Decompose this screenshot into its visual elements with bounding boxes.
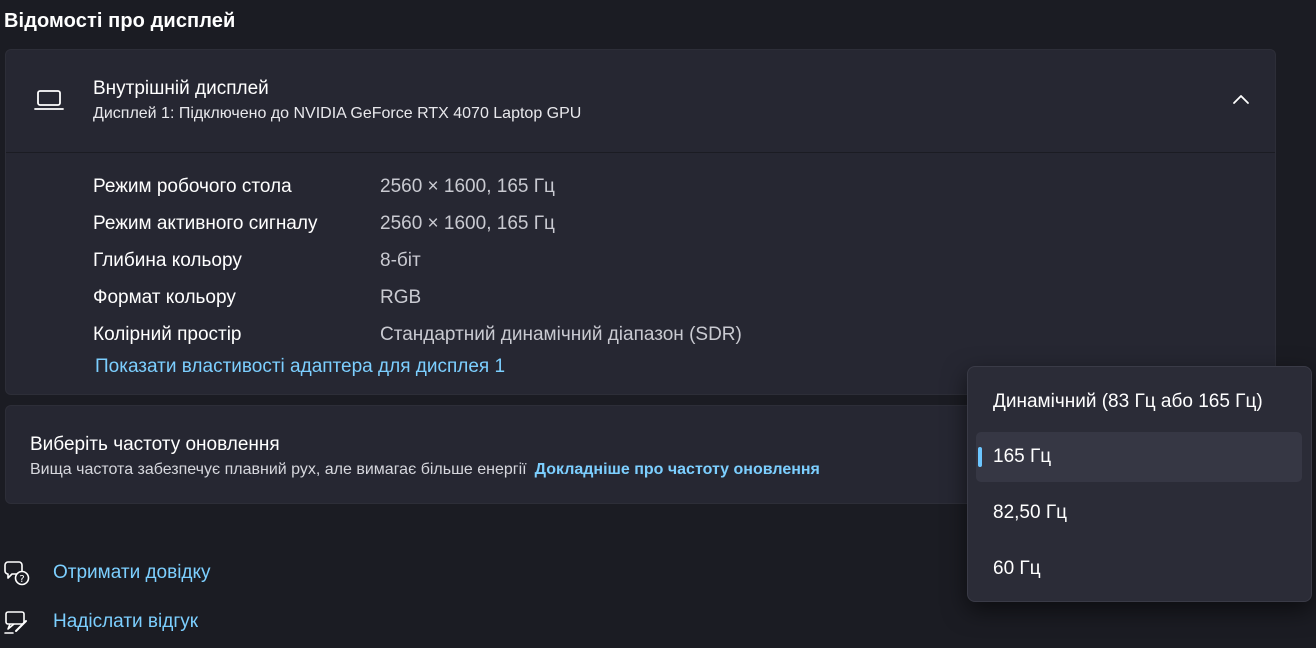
info-value: Стандартний динамічний діапазон (SDR) [380,323,742,345]
display-info-list: Режим робочого стола 2560 × 1600, 165 Гц… [93,168,742,353]
refresh-option-82-50[interactable]: 82,50 Гц [976,488,1302,538]
feedback-icon [4,611,27,634]
refresh-rate-description: Вища частота забезпечує плавний рух, але… [30,461,527,478]
info-row-desktop-mode: Режим робочого стола 2560 × 1600, 165 Гц [93,168,742,205]
info-label: Глибина кольору [93,249,242,271]
info-row-color-space: Колірний простір Стандартний динамічний … [93,316,742,353]
chevron-up-icon[interactable] [1230,90,1252,110]
display-settings-page: Відомості про дисплей Внутрішній дисплей… [0,0,1316,648]
display-title: Внутрішній дисплей [93,78,269,99]
info-label: Режим активного сигналу [93,212,318,234]
info-label: Режим робочого стола [93,175,292,197]
refresh-option-label: Динамічний (83 Гц або 165 Гц) [993,391,1263,412]
help-chat-icon: ? [4,561,30,586]
refresh-rate-learn-more-link[interactable]: Докладніше про частоту оновлення [535,461,820,478]
refresh-option-60[interactable]: 60 Гц [976,544,1302,594]
display-subtitle: Дисплей 1: Підключено до NVIDIA GeForce … [93,105,582,122]
send-feedback-link[interactable]: Надіслати відгук [0,607,198,637]
svg-text:?: ? [19,574,24,585]
laptop-icon [34,90,64,110]
info-label: Колірний простір [93,323,242,345]
refresh-rate-dropdown: Динамічний (83 Гц або 165 Гц) 165 Гц 82,… [967,366,1312,602]
info-row-bit-depth: Глибина кольору 8-біт [93,242,742,279]
section-title: Відомості про дисплей [4,10,236,32]
info-label: Формат кольору [93,286,236,308]
selected-indicator [978,447,982,467]
refresh-option-dynamic[interactable]: Динамічний (83 Гц або 165 Гц) [976,377,1302,427]
get-help-link[interactable]: ? Отримати довідку [0,558,211,588]
refresh-rate-title: Виберіть частоту оновлення [30,434,280,455]
display-info-card: Внутрішній дисплей Дисплей 1: Підключено… [5,49,1276,395]
adapter-properties-link[interactable]: Показати властивості адаптера для диспле… [95,356,505,378]
refresh-option-label: 165 Гц [993,446,1052,467]
refresh-option-label: 82,50 Гц [993,502,1067,523]
get-help-label[interactable]: Отримати довідку [53,562,211,584]
info-value: 2560 × 1600, 165 Гц [380,212,555,234]
refresh-rate-description-line: Вища частота забезпечує плавний рух, але… [30,461,820,479]
info-row-color-format: Формат кольору RGB [93,279,742,316]
send-feedback-label[interactable]: Надіслати відгук [53,611,198,633]
refresh-option-label: 60 Гц [993,558,1041,579]
info-value: RGB [380,286,422,308]
info-value: 8-біт [380,249,421,271]
info-row-active-signal-mode: Режим активного сигналу 2560 × 1600, 165… [93,205,742,242]
info-value: 2560 × 1600, 165 Гц [380,175,555,197]
display-card-header[interactable]: Внутрішній дисплей Дисплей 1: Підключено… [6,50,1275,153]
refresh-option-165[interactable]: 165 Гц [976,432,1302,482]
